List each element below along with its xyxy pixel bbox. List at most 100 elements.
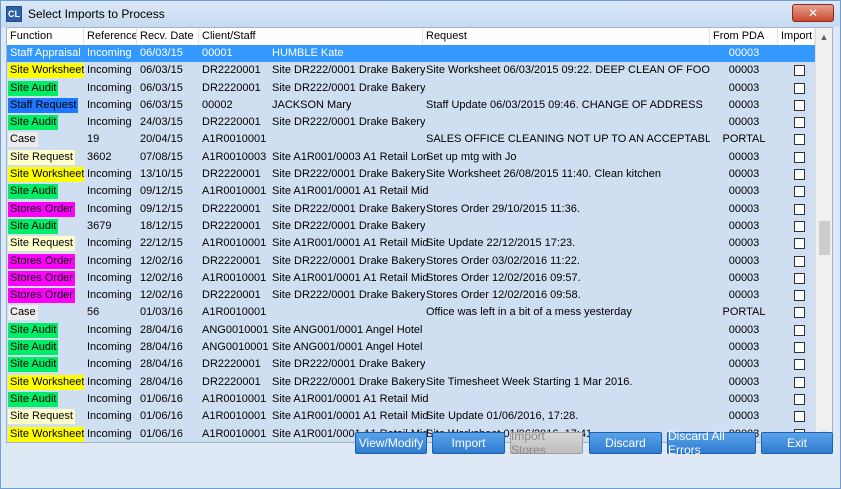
import-checkbox[interactable] [794, 134, 805, 146]
exit-button[interactable]: Exit [761, 432, 833, 454]
table-row[interactable]: Site Audit Incoming 28/04/16 DR2220001 Site … [7, 356, 815, 373]
request-cell [426, 356, 710, 373]
table-row[interactable]: Stores Order Incoming 09/12/15 DR2220001 Sit… [7, 201, 815, 218]
request-cell: Site Worksheet 26/08/2015 11:40. Clean k… [426, 168, 662, 181]
vertical-scrollbar[interactable]: ▲ ▼ [815, 28, 832, 442]
client-cell: ANG0010001 [202, 341, 269, 354]
table-row[interactable]: Case 19 20/04/15 A1R0010001 SALES OFFICE CLE… [7, 131, 815, 148]
name-cell: Site DR222/0001 Drake Bakery [272, 219, 426, 232]
client-cell: A1R0010001 [202, 410, 267, 423]
import-checkbox[interactable] [794, 342, 805, 354]
import-checkbox[interactable] [794, 359, 805, 371]
import-checkbox[interactable] [794, 307, 805, 319]
table-row[interactable]: Stores Order Incoming 12/02/16 DR2220001 Sit… [7, 287, 815, 304]
reference-cell: Incoming [87, 271, 132, 284]
col-header-function[interactable]: Function [7, 28, 84, 45]
discard-all-errors-button[interactable]: Discard All Errors [667, 429, 756, 457]
import-checkbox[interactable] [794, 117, 805, 129]
import-checkbox[interactable] [794, 411, 805, 423]
client-cell: A1R0010001 [202, 133, 267, 146]
from-pda-cell: PORTAL [722, 133, 766, 146]
table-row[interactable]: Site Worksheets Incoming 06/03/15 DR2220001… [7, 62, 815, 79]
import-checkbox[interactable] [794, 82, 805, 94]
function-cell: Site Worksheets [8, 426, 84, 442]
table-row[interactable]: Stores Order Incoming 12/02/16 A1R0010001 Si… [7, 270, 815, 287]
table-row[interactable]: Staff Request Incoming 06/03/15 00002 JACKSO… [7, 97, 815, 114]
import-checkbox[interactable] [794, 393, 805, 405]
col-header-recv-date[interactable]: Recv. Date [137, 28, 199, 45]
import-checkbox[interactable] [794, 99, 805, 111]
function-label: Stores Order [8, 288, 75, 304]
import-checkbox[interactable] [794, 324, 805, 336]
date-cell: 28/04/16 [140, 375, 183, 388]
reference-cell: Incoming [87, 202, 132, 215]
table-row[interactable]: Site Audit Incoming 28/04/16 ANG0010001 Site… [7, 322, 815, 339]
client-cell: DR2220001 [202, 81, 261, 94]
date-cell: 01/06/16 [140, 427, 183, 440]
import-checkbox[interactable] [794, 203, 805, 215]
client-cell: A1R0010001 [202, 306, 267, 319]
request-cell [426, 218, 710, 235]
date-cell: 06/03/15 [140, 47, 183, 59]
function-cell: Site Worksheets [8, 374, 84, 391]
function-cell: Site Audit [8, 218, 84, 235]
select-imports-window: CL Select Imports to Process ✕ Function … [0, 0, 841, 489]
import-checkbox[interactable] [794, 255, 805, 267]
close-button[interactable]: ✕ [792, 4, 834, 22]
col-header-client-staff[interactable]: Client/Staff [199, 28, 423, 45]
table-row[interactable]: Site Audit Incoming 24/03/15 DR2220001 Site … [7, 114, 815, 131]
table-row[interactable]: Site Audit Incoming 01/06/16 A1R0010001 Site… [7, 391, 815, 408]
table-row[interactable]: Site Worksheets Incoming 28/04/16 DR2220001… [7, 374, 815, 391]
name-cell: Site DR222/0001 Drake Bakery [272, 375, 426, 388]
col-header-import[interactable]: Import [778, 28, 815, 45]
function-label: Staff Appraisal [10, 47, 81, 59]
reference-cell: Incoming [87, 375, 132, 388]
client-cell: DR2220001 [202, 358, 261, 371]
import-checkbox[interactable] [794, 376, 805, 388]
table-row[interactable]: Site Request Incoming 22/12/15 A1R0010001 Si… [7, 235, 815, 252]
import-checkbox[interactable] [794, 238, 805, 250]
discard-button[interactable]: Discard [589, 432, 662, 454]
table-row[interactable]: Site Worksheets Incoming 13/10/15 DR2220001… [7, 166, 815, 183]
table-row[interactable]: Case 56 01/03/16 A1R0010001 Office was left … [7, 304, 815, 321]
table-row[interactable]: Site Audit Incoming 09/12/15 A1R0010001 Site… [7, 183, 815, 200]
table-row[interactable]: Site Audit Incoming 06/03/15 DR2220001 Site … [7, 80, 815, 97]
from-pda-cell: 00003 [728, 341, 760, 354]
reference-cell: Incoming [87, 237, 132, 250]
function-label: Staff Request [8, 97, 79, 113]
view-modify-button[interactable]: View/Modify [355, 432, 427, 454]
col-header-reference[interactable]: Reference [84, 28, 137, 45]
table-row[interactable]: Site Audit 3679 18/12/15 DR2220001 Site DR22… [7, 218, 815, 235]
table-row[interactable]: Site Request 3602 07/08/15 A1R0010003 Site A… [7, 149, 815, 166]
from-pda-cell: 00003 [728, 185, 760, 198]
function-cell: Site Audit [8, 339, 84, 356]
import-checkbox[interactable] [794, 186, 805, 198]
function-label: Site Audit [8, 80, 59, 96]
date-cell: 09/12/15 [140, 202, 183, 215]
from-pda-cell: 00003 [728, 168, 760, 181]
col-header-from-pda[interactable]: From PDA [710, 28, 778, 45]
client-cell: DR2220001 [202, 202, 261, 215]
scrollbar-thumb[interactable] [819, 221, 830, 255]
reference-cell: Incoming [87, 64, 132, 77]
import-checkbox[interactable] [794, 65, 805, 77]
request-cell: Stores Order 03/02/2016 11:22. [426, 254, 580, 267]
import-checkbox[interactable] [794, 220, 805, 232]
from-pda-cell: 00003 [728, 323, 760, 336]
import-checkbox[interactable] [794, 169, 805, 181]
function-label: Site Worksheets [8, 426, 84, 442]
import-checkbox[interactable] [794, 272, 805, 284]
function-cell: Stores Order [8, 287, 84, 304]
table-row[interactable]: Stores Order Incoming 12/02/16 DR2220001 Sit… [7, 253, 815, 270]
import-button[interactable]: Import [432, 432, 505, 454]
import-checkbox[interactable] [794, 290, 805, 302]
table-row[interactable]: Staff Appraisal Incoming 06/03/15 00001 HUMB… [7, 45, 815, 63]
imports-grid: Function Reference Recv. Date Client/Sta… [6, 27, 833, 443]
table-row[interactable]: Site Audit Incoming 28/04/16 ANG0010001 Site… [7, 339, 815, 356]
reference-cell: Incoming [87, 98, 132, 111]
col-header-request[interactable]: Request [423, 28, 710, 45]
client-cell: A1R0010001 [202, 271, 267, 284]
table-row[interactable]: Site Request Incoming 01/06/16 A1R0010001 Si… [7, 408, 815, 425]
import-checkbox[interactable] [794, 151, 805, 163]
scroll-up-icon[interactable]: ▲ [816, 28, 832, 45]
